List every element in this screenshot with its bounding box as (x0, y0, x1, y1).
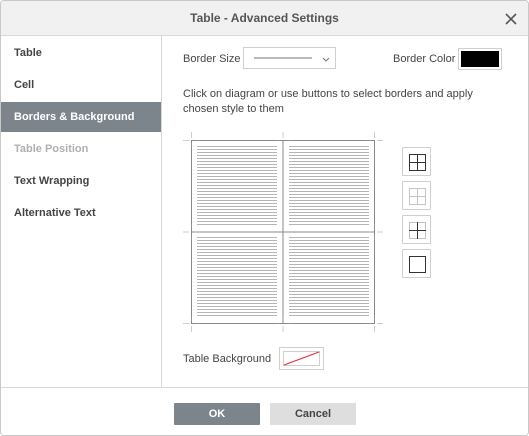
borders-background-panel: Border Size Border Color Click on diagra… (163, 36, 528, 387)
sidebar-item-borders-background[interactable]: Borders & Background (1, 102, 161, 132)
close-icon[interactable] (501, 9, 521, 29)
sidebar-item-text-wrapping[interactable]: Text Wrapping (1, 166, 161, 196)
border-instructions: Click on diagram or use buttons to selec… (183, 88, 473, 115)
no-fill-icon (283, 351, 320, 366)
dialog-title: Table - Advanced Settings (190, 11, 339, 25)
settings-sidebar: Table Cell Borders & Background Table Po… (1, 36, 162, 387)
border-size-select[interactable] (243, 47, 336, 69)
border-diagram[interactable] (182, 131, 384, 333)
sidebar-item-table[interactable]: Table (1, 38, 161, 68)
all-borders-icon (409, 154, 426, 171)
inner-borders-icon (409, 188, 426, 205)
border-color-swatch (461, 51, 499, 67)
inner-lines-icon (409, 222, 426, 239)
outer-border-button[interactable] (402, 249, 431, 278)
all-borders-button[interactable] (402, 147, 431, 176)
sidebar-item-cell[interactable]: Cell (1, 70, 161, 100)
sidebar-item-table-position: Table Position (14, 143, 89, 155)
dialog-footer: OK Cancel (1, 387, 528, 435)
outer-border-icon (409, 256, 426, 273)
border-size-label: Border Size (183, 53, 241, 65)
border-color-label: Border Color (393, 53, 456, 65)
table-background-label: Table Background (183, 353, 272, 365)
cancel-button[interactable]: Cancel (270, 403, 356, 425)
border-color-picker[interactable] (458, 48, 502, 70)
dialog-titlebar: Table - Advanced Settings (1, 1, 528, 36)
advanced-settings-dialog: Table - Advanced Settings Table Cell Bor… (0, 0, 529, 436)
sidebar-item-alternative-text[interactable]: Alternative Text (1, 198, 161, 228)
inner-borders-button[interactable] (402, 181, 431, 210)
table-background-picker[interactable] (279, 347, 324, 370)
inner-lines-button[interactable] (402, 215, 431, 244)
ok-button[interactable]: OK (174, 403, 260, 425)
chevron-down-icon (322, 57, 330, 62)
